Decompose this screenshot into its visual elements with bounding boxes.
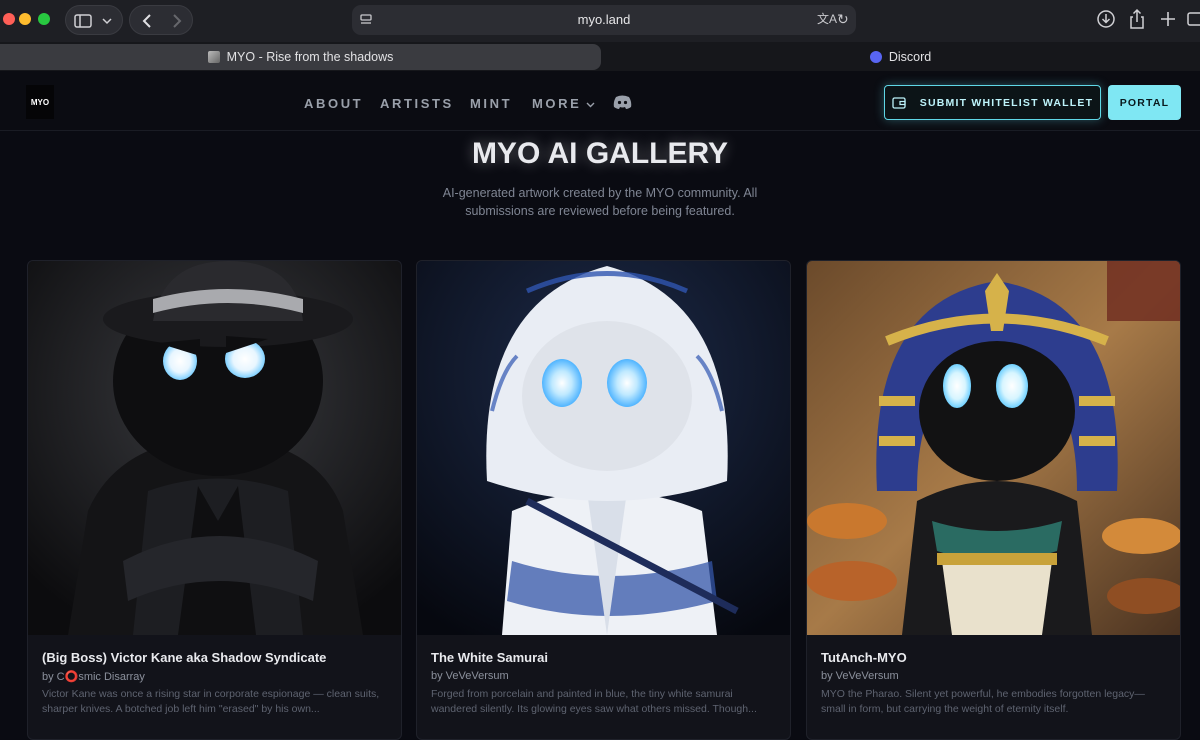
forward-icon[interactable]: [173, 14, 182, 28]
address-bar[interactable]: myo.land 文A ↻: [352, 5, 856, 35]
card-description: Forged from porcelain and painted in blu…: [431, 688, 757, 715]
card-author: by VeVeVersum: [821, 670, 899, 682]
downloads-icon[interactable]: [1096, 9, 1116, 29]
myo-logo[interactable]: MYO: [26, 85, 54, 119]
url-text: myo.land: [577, 12, 631, 27]
close-window-button[interactable]: [3, 13, 15, 25]
card-description: Victor Kane was once a rising star in co…: [42, 688, 380, 715]
tab-discord[interactable]: Discord: [601, 44, 1200, 70]
card-title: (Big Boss) Victor Kane aka Shadow Syndic…: [42, 650, 327, 665]
submit-whitelist-wallet-button[interactable]: SUBMIT WHITELIST WALLET: [884, 85, 1101, 120]
tab-myo[interactable]: MYO - Rise from the shadows: [0, 44, 601, 70]
tab-overview-icon[interactable]: [1186, 9, 1200, 29]
nav-about[interactable]: ABOUT: [304, 96, 363, 111]
history-navigation: [129, 5, 193, 35]
sidebar-toggle-button[interactable]: [65, 5, 123, 35]
share-icon[interactable]: [1127, 8, 1147, 30]
wallet-icon: [892, 96, 906, 109]
site-header: MYO ABOUT ARTISTS MINT MORE SUBMIT WHITE…: [0, 71, 1200, 131]
tab-bar: MYO - Rise from the shadows Discord: [0, 42, 1200, 71]
tab-label: Discord: [888, 50, 932, 64]
card-author: by VeVeVersum: [431, 670, 509, 682]
sidebar-icon: [74, 14, 112, 28]
nav-artists[interactable]: ARTISTS: [380, 96, 454, 111]
chevron-down-icon: [586, 102, 595, 108]
nav-mint[interactable]: MINT: [470, 96, 512, 111]
card-title: TutAnch-MYO: [821, 650, 907, 665]
page-title: MYO AI GALLERY: [471, 137, 729, 170]
reload-icon[interactable]: ↻: [837, 12, 849, 26]
shadow-boss-artwork: [28, 261, 401, 635]
translate-icon[interactable]: 文A: [817, 12, 837, 26]
tab-label: MYO - Rise from the shadows: [226, 50, 394, 64]
gallery-card[interactable]: The White Samurai by VeVeVersum Forged f…: [416, 260, 791, 740]
new-tab-icon[interactable]: [1160, 11, 1176, 27]
zoom-window-button[interactable]: [38, 13, 50, 25]
gallery-card[interactable]: TutAnch-MYO by VeVeVersum MYO the Pharao…: [806, 260, 1181, 740]
nav-more[interactable]: MORE: [532, 96, 595, 111]
discord-icon[interactable]: [613, 95, 632, 109]
myo-favicon-icon: [207, 51, 220, 63]
discord-favicon-icon: [869, 51, 882, 63]
gallery-card[interactable]: (Big Boss) Victor Kane aka Shadow Syndic…: [27, 260, 402, 740]
pharaoh-artwork: [807, 261, 1180, 635]
card-author: by C⭕smic Disarray: [42, 671, 145, 683]
gallery-description: AI-generated artwork created by the MYO …: [442, 186, 758, 218]
portal-button[interactable]: PORTAL: [1108, 85, 1181, 120]
porcelain-samurai-artwork: [417, 261, 790, 635]
back-icon[interactable]: [142, 14, 151, 28]
card-title: The White Samurai: [431, 650, 549, 665]
browser-toolbar: myo.land 文A ↻: [0, 0, 1200, 42]
card-description: MYO the Pharao. Silent yet powerful, he …: [821, 688, 1145, 715]
minimize-window-button[interactable]: [19, 13, 31, 25]
